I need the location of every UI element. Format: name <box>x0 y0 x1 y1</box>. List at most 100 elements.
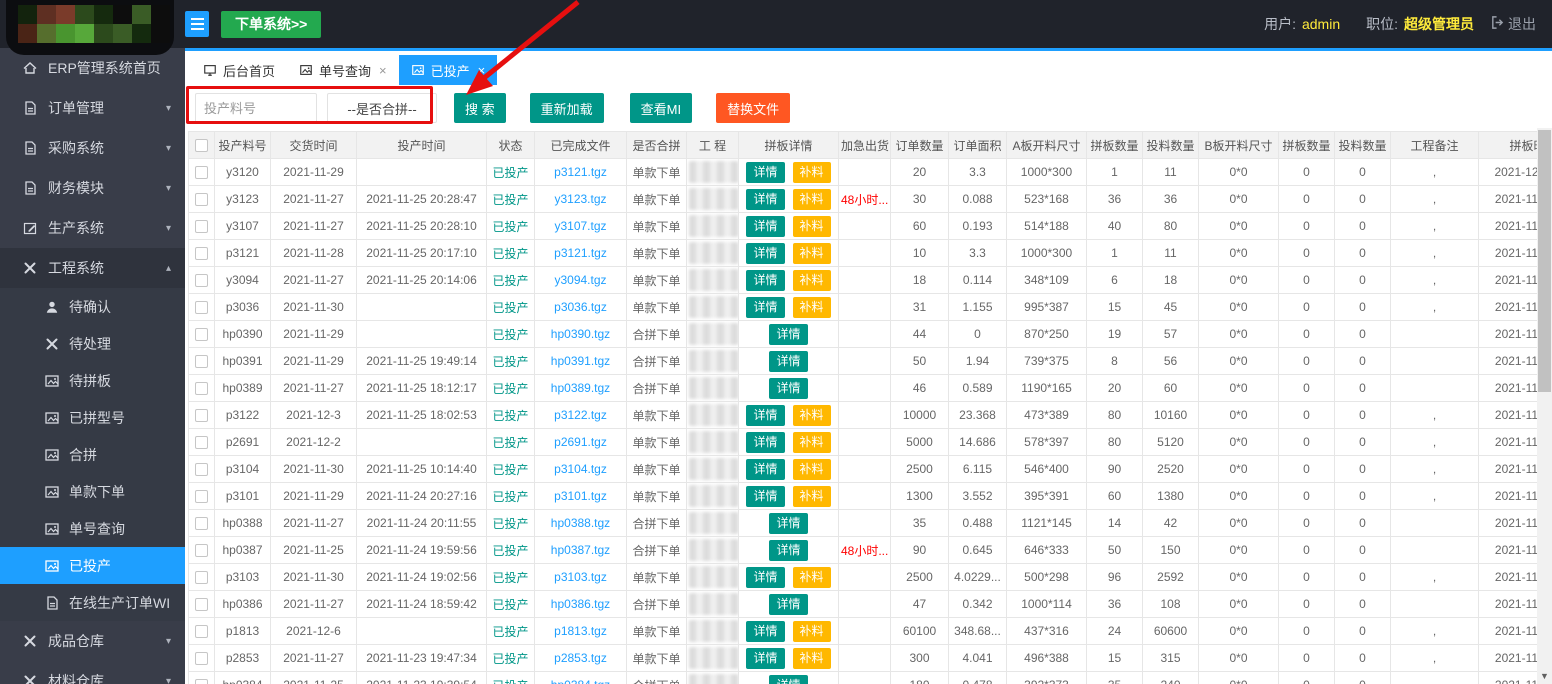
sidebar-item-material-warehouse[interactable]: 材料仓库▾ <box>0 661 185 684</box>
row-checkbox[interactable] <box>195 490 208 503</box>
sidebar-item-online-wip[interactable]: 在线生产订单WIP <box>0 584 185 621</box>
detail-button[interactable]: 详情 <box>769 675 807 684</box>
search-button[interactable]: 搜 索 <box>454 93 506 123</box>
supplement-button[interactable]: 补料 <box>793 297 831 318</box>
sidebar-item-purchase-system[interactable]: 采购系统▾ <box>0 128 185 168</box>
detail-button[interactable]: 详情 <box>769 351 807 372</box>
file-link[interactable]: y3094.tgz <box>554 273 606 287</box>
detail-button[interactable]: 详情 <box>746 432 784 453</box>
supplement-button[interactable]: 补料 <box>793 216 831 237</box>
detail-button[interactable]: 详情 <box>769 324 807 345</box>
sidebar-item-merge[interactable]: 合拼 <box>0 436 185 473</box>
sidebar-item-production-system[interactable]: 生产系统▾ <box>0 208 185 248</box>
replace-file-button[interactable]: 替换文件 <box>716 93 790 123</box>
row-checkbox[interactable] <box>195 463 208 476</box>
detail-button[interactable]: 详情 <box>746 621 784 642</box>
file-link[interactable]: y3123.tgz <box>554 192 606 206</box>
supplement-button[interactable]: 补料 <box>793 621 831 642</box>
file-link[interactable]: p2853.tgz <box>554 651 607 665</box>
file-link[interactable]: hp0391.tgz <box>551 354 610 368</box>
row-checkbox[interactable] <box>195 328 208 341</box>
sidebar-item-pending-confirm[interactable]: 待确认 <box>0 288 185 325</box>
sidebar-item-panel-done-model[interactable]: 已拼型号 <box>0 399 185 436</box>
file-link[interactable]: p3121.tgz <box>554 246 607 260</box>
detail-button[interactable]: 详情 <box>746 189 784 210</box>
tab-home[interactable]: 后台首页 <box>191 55 287 85</box>
detail-button[interactable]: 详情 <box>746 270 784 291</box>
file-link[interactable]: p3104.tgz <box>554 462 607 476</box>
row-checkbox[interactable] <box>195 220 208 233</box>
file-link[interactable]: p3122.tgz <box>554 408 607 422</box>
sidebar-item-order-mgmt[interactable]: 订单管理▾ <box>0 88 185 128</box>
order-system-button[interactable]: 下单系统>> <box>221 11 321 38</box>
supplement-button[interactable]: 补料 <box>793 567 831 588</box>
detail-button[interactable]: 详情 <box>769 594 807 615</box>
row-checkbox[interactable] <box>195 301 208 314</box>
row-checkbox[interactable] <box>195 409 208 422</box>
sidebar-item-finance-module[interactable]: 财务模块▾ <box>0 168 185 208</box>
supplement-button[interactable]: 补料 <box>793 486 831 507</box>
row-checkbox[interactable] <box>195 517 208 530</box>
detail-button[interactable]: 详情 <box>746 216 784 237</box>
row-checkbox[interactable] <box>195 436 208 449</box>
file-link[interactable]: p3121.tgz <box>554 165 607 179</box>
supplement-button[interactable]: 补料 <box>793 459 831 480</box>
detail-button[interactable]: 详情 <box>746 297 784 318</box>
supplement-button[interactable]: 补料 <box>793 189 831 210</box>
sidebar-item-product-warehouse[interactable]: 成品仓库▾ <box>0 621 185 661</box>
supplement-button[interactable]: 补料 <box>793 162 831 183</box>
file-link[interactable]: hp0386.tgz <box>551 597 610 611</box>
scrollbar-down-arrow[interactable]: ▼ <box>1537 672 1552 681</box>
detail-button[interactable]: 详情 <box>746 648 784 669</box>
tab-close-icon[interactable]: × <box>478 63 486 78</box>
file-link[interactable]: y3107.tgz <box>554 219 606 233</box>
tab-in-production[interactable]: 已投产× <box>399 55 498 85</box>
supplement-button[interactable]: 补料 <box>793 648 831 669</box>
row-checkbox[interactable] <box>195 355 208 368</box>
logout-button[interactable]: 退出 <box>1490 14 1536 34</box>
detail-button[interactable]: 详情 <box>746 486 784 507</box>
product-id-input[interactable] <box>195 93 317 123</box>
select-all-checkbox[interactable] <box>195 139 208 152</box>
scrollbar-thumb[interactable] <box>1538 130 1551 392</box>
file-link[interactable]: hp0389.tgz <box>551 381 610 395</box>
view-mi-button[interactable]: 查看MI <box>630 93 692 123</box>
row-checkbox[interactable] <box>195 382 208 395</box>
file-link[interactable]: p3036.tgz <box>554 300 607 314</box>
file-link[interactable]: hp0390.tgz <box>551 327 610 341</box>
detail-button[interactable]: 详情 <box>746 459 784 480</box>
tab-close-icon[interactable]: × <box>379 63 387 78</box>
detail-button[interactable]: 详情 <box>746 162 784 183</box>
sidebar-item-engineering-system[interactable]: 工程系统▴ <box>0 248 185 288</box>
tab-order-query[interactable]: 单号查询× <box>287 55 399 85</box>
file-link[interactable]: hp0384.tgz <box>551 678 610 684</box>
detail-button[interactable]: 详情 <box>746 243 784 264</box>
sidebar-item-in-production[interactable]: 已投产 <box>0 547 185 584</box>
detail-button[interactable]: 详情 <box>769 540 807 561</box>
sidebar-item-single-order[interactable]: 单款下单 <box>0 473 185 510</box>
supplement-button[interactable]: 补料 <box>793 270 831 291</box>
file-link[interactable]: hp0387.tgz <box>551 543 610 557</box>
menu-toggle-button[interactable] <box>185 11 209 37</box>
row-checkbox[interactable] <box>195 571 208 584</box>
file-link[interactable]: p3103.tgz <box>554 570 607 584</box>
row-checkbox[interactable] <box>195 625 208 638</box>
file-link[interactable]: p1813.tgz <box>554 624 607 638</box>
file-link[interactable]: p2691.tgz <box>554 435 607 449</box>
detail-button[interactable]: 详情 <box>746 567 784 588</box>
merge-select[interactable]: --是否合拼-- <box>327 93 437 123</box>
row-checkbox[interactable] <box>195 247 208 260</box>
sidebar-item-pending-process[interactable]: 待处理 <box>0 325 185 362</box>
reload-button[interactable]: 重新加载 <box>530 93 604 123</box>
detail-button[interactable]: 详情 <box>769 513 807 534</box>
file-link[interactable]: hp0388.tgz <box>551 516 610 530</box>
row-checkbox[interactable] <box>195 598 208 611</box>
vertical-scrollbar[interactable]: ▼ <box>1537 128 1552 684</box>
supplement-button[interactable]: 补料 <box>793 405 831 426</box>
row-checkbox[interactable] <box>195 544 208 557</box>
supplement-button[interactable]: 补料 <box>793 432 831 453</box>
row-checkbox[interactable] <box>195 166 208 179</box>
detail-button[interactable]: 详情 <box>769 378 807 399</box>
row-checkbox[interactable] <box>195 652 208 665</box>
row-checkbox[interactable] <box>195 679 208 684</box>
